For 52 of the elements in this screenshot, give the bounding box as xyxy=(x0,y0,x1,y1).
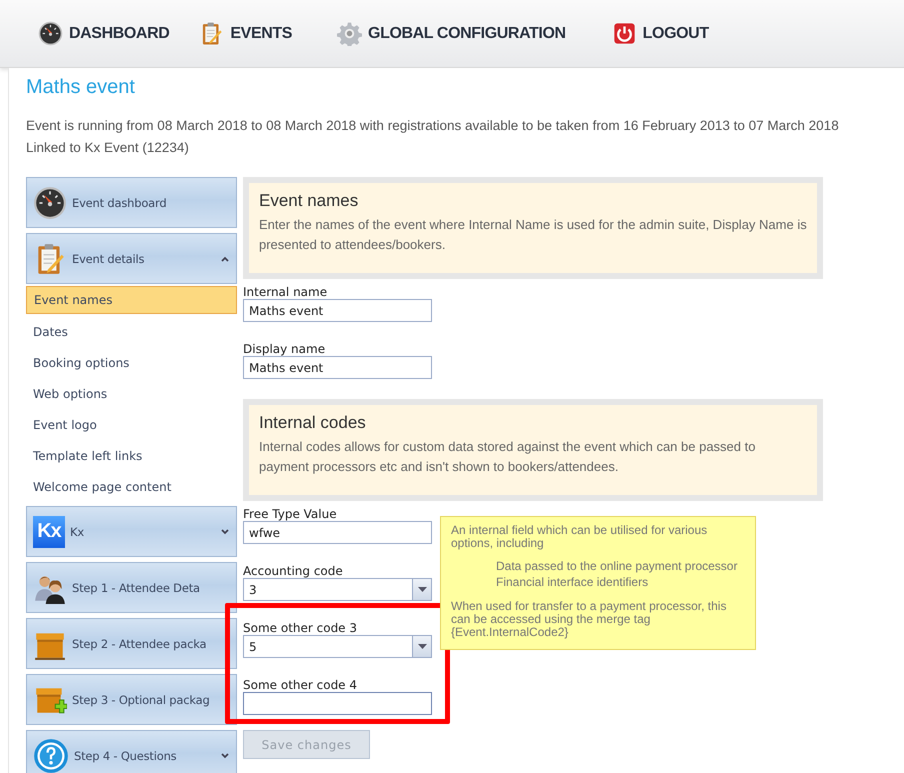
chevron-down-icon[interactable] xyxy=(220,528,230,536)
dropdown-arrow-icon[interactable] xyxy=(418,587,426,592)
sidebar-item[interactable]: Event names xyxy=(26,286,237,314)
input-field[interactable]: Maths event xyxy=(243,356,432,379)
tooltip-text: An internal field which can be utilised for various options, including xyxy=(451,524,708,550)
input-field[interactable]: wfwe xyxy=(243,521,432,544)
sidebar-panel[interactable]: Kx Kx xyxy=(26,506,237,557)
input-field[interactable] xyxy=(243,692,432,715)
sidebar-item[interactable]: Event logo xyxy=(26,410,237,441)
input-field[interactable]: Maths event xyxy=(243,299,432,322)
page-title: Maths event xyxy=(26,76,136,99)
dropdown-arrow-icon[interactable] xyxy=(418,644,426,649)
field-label: Free Type Value xyxy=(243,507,337,521)
nav-link[interactable]: GLOBAL CONFIGURATION xyxy=(337,21,566,46)
dropdown[interactable]: 3 xyxy=(243,578,432,601)
sidebar-panel[interactable]: Event details xyxy=(26,233,237,284)
event-summary: Event is running from 08 March 2018 to 08 March 2018 with registrations available to be taken from 16 February 2013 to 07 March 2018 xyxy=(26,117,840,135)
field-label: Display name xyxy=(243,342,326,356)
sidebar-panel[interactable]: Step 1 - Attendee Deta xyxy=(26,562,237,613)
tooltip-list-item: Financial interface identifiers xyxy=(495,574,650,590)
sidebar-panel[interactable]: Event dashboard xyxy=(26,177,237,228)
sidebar-panel[interactable]: Step 2 - Attendee packa xyxy=(26,618,237,669)
question-mark-icon xyxy=(33,738,69,773)
gear-icon xyxy=(337,21,362,46)
sidebar-item[interactable]: Template left links xyxy=(26,441,237,472)
kx-logo: Kx xyxy=(33,516,65,548)
section-description: Internal codes allows for custom data stored against the event which can be passed to payment processors etc and isn't shown to bookers/attendees. xyxy=(259,438,756,476)
field-label: Internal name xyxy=(243,285,328,299)
field-label: Some other code 3 xyxy=(243,621,358,635)
gauge-icon xyxy=(38,21,63,46)
sidebar-item[interactable]: Booking options xyxy=(26,348,237,379)
sidebar-item[interactable]: Welcome page content xyxy=(26,472,237,503)
sidebar-panel[interactable]: Step 3 - Optional packag xyxy=(26,674,237,725)
gauge-icon xyxy=(33,186,67,220)
section-heading: Internal codes xyxy=(259,413,367,433)
dropdown[interactable]: 5 xyxy=(243,635,432,658)
sidebar-item[interactable]: Dates xyxy=(26,317,237,348)
section-heading: Event names xyxy=(259,191,360,211)
field-label: Some other code 4 xyxy=(243,678,358,692)
sidebar-panel[interactable]: Step 4 - Questions xyxy=(26,730,237,773)
sidebar-item[interactable]: Web options xyxy=(26,379,237,410)
chevron-up-icon[interactable] xyxy=(220,254,230,262)
nav-link[interactable]: DASHBOARD xyxy=(38,21,170,46)
field-label: Accounting code xyxy=(243,564,343,578)
power-icon xyxy=(612,21,637,46)
nav-link[interactable]: LOGOUT xyxy=(612,21,709,46)
nav-link[interactable]: EVENTS xyxy=(199,21,292,46)
chevron-down-icon[interactable] xyxy=(220,752,230,760)
tooltip-text: When used for transfer to a payment processor, this can be accessed using the merge tag {Event.InternalCode2} xyxy=(451,600,728,639)
event-summary: Linked to Kx Event (12234) xyxy=(26,139,190,157)
section-description: Enter the names of the event where Internal Name is used for the admin suite, Display Name is presented to attendees/bookers. xyxy=(259,216,807,254)
tooltip-list-item: Data passed to the online payment processor xyxy=(495,558,738,574)
